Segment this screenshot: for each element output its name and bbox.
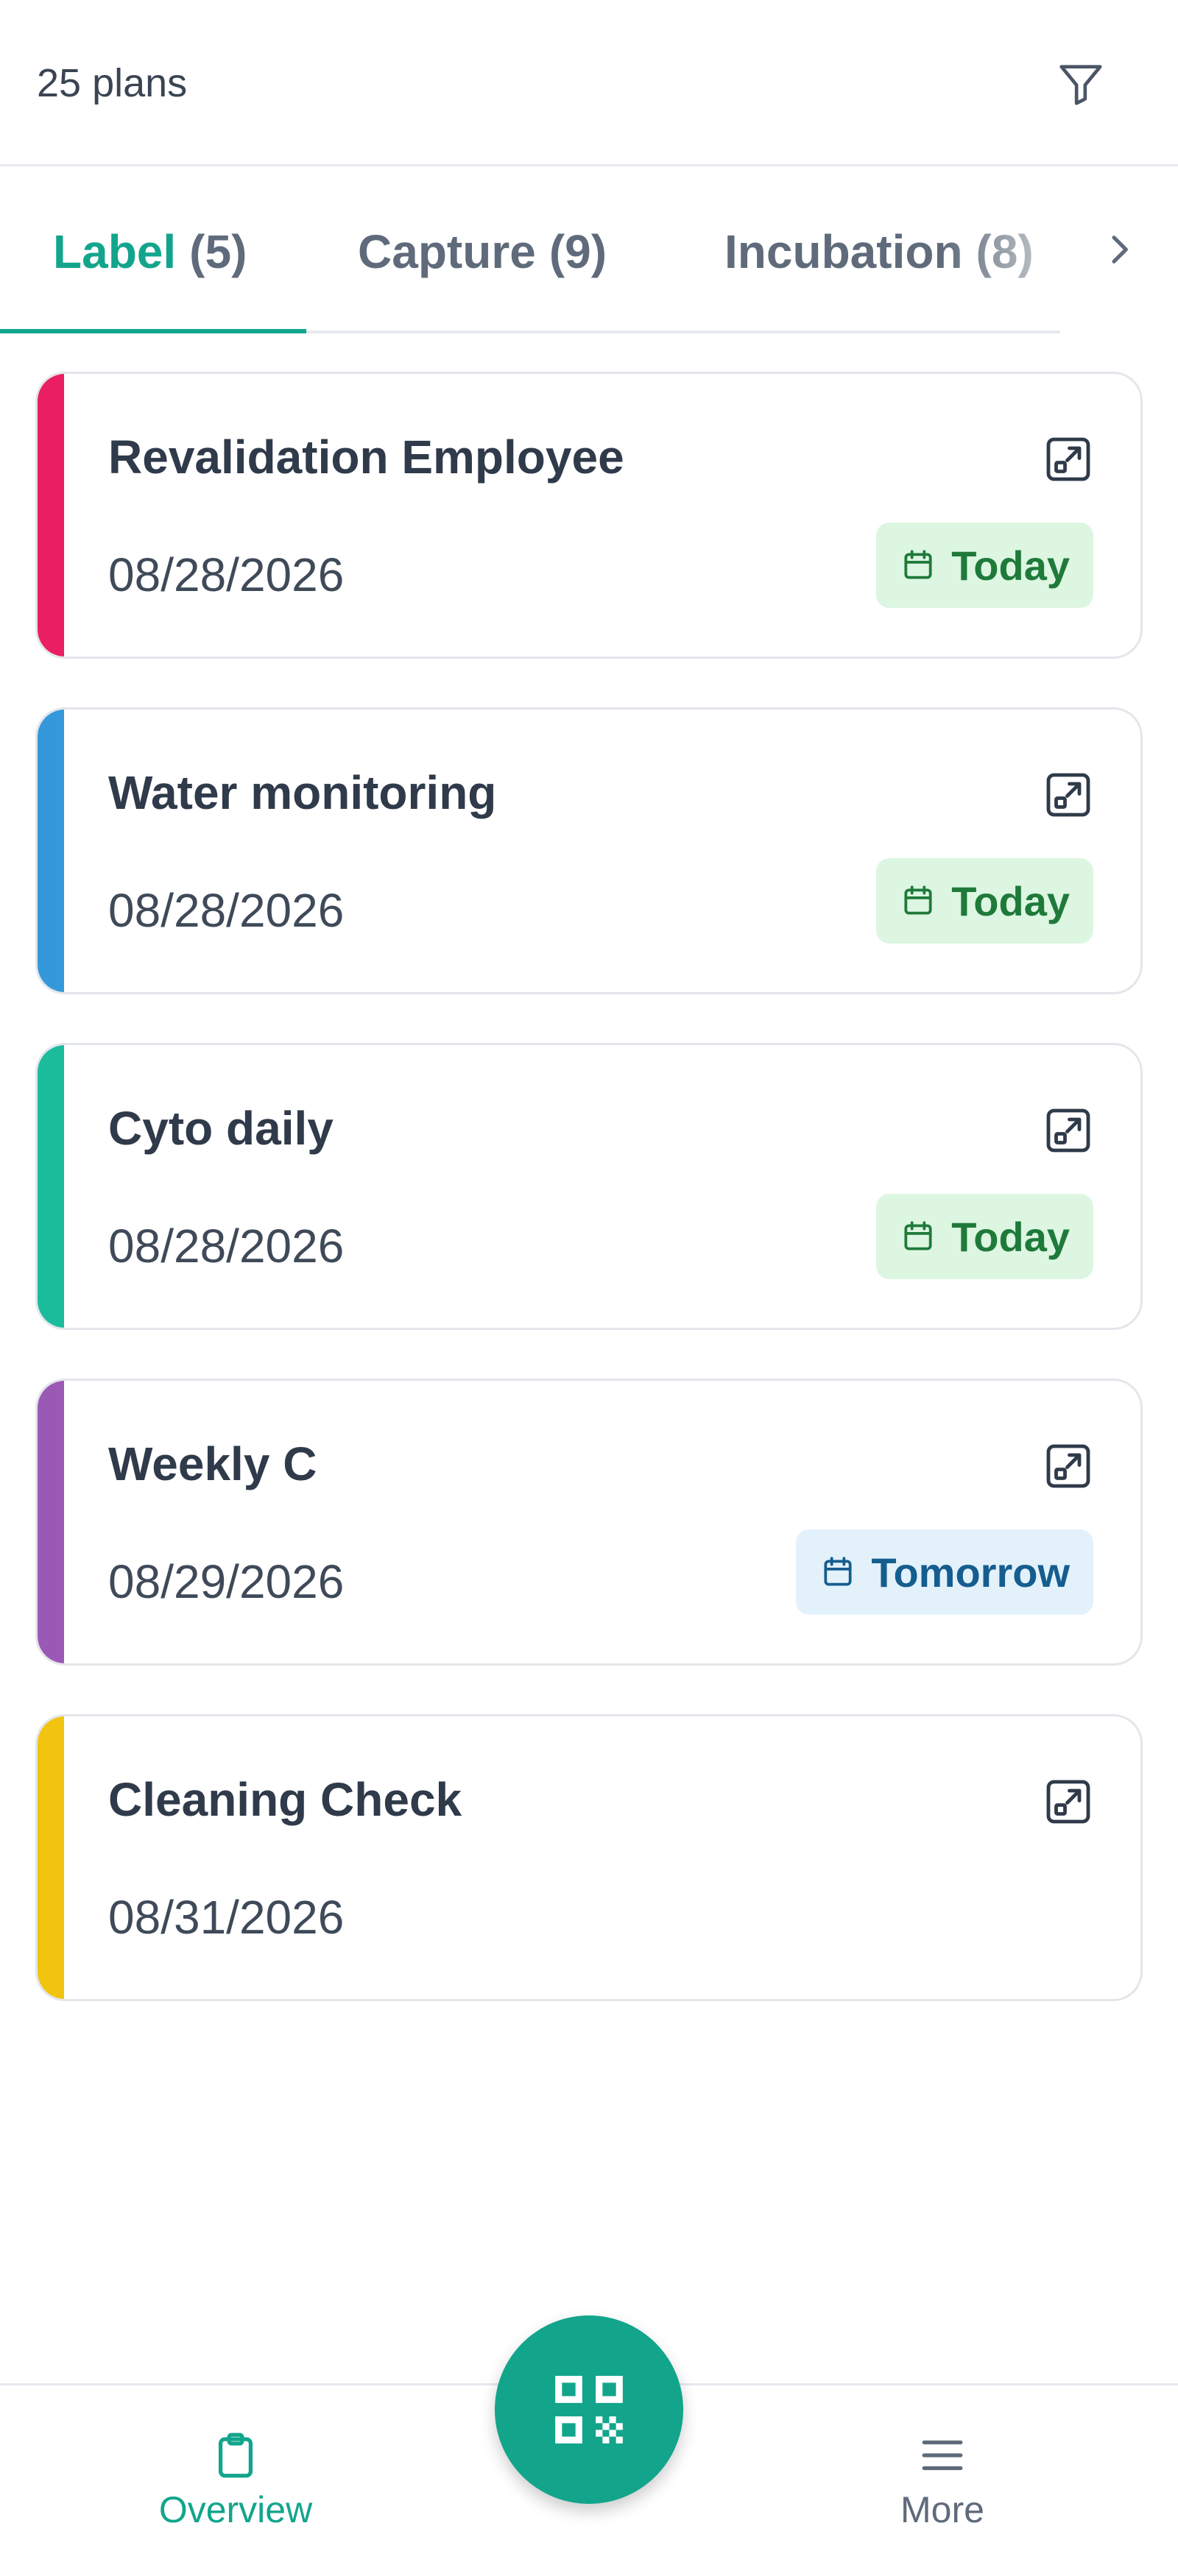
tab-label-text: Label <box>53 225 177 278</box>
tab-capture-count: (9) <box>549 225 607 278</box>
open-plan-button[interactable] <box>1039 1437 1098 1496</box>
tab-capture[interactable]: Capture (9) <box>358 169 607 335</box>
calendar-icon <box>904 885 932 915</box>
tab-label[interactable]: Label (5) <box>53 169 247 335</box>
due-badge: Today <box>876 1194 1093 1279</box>
plan-color-stripe <box>38 374 64 657</box>
chevron-right-icon <box>1112 236 1128 263</box>
open-external-icon <box>1046 437 1090 481</box>
header: 25 plans <box>0 0 1178 166</box>
tab-incubation[interactable]: Incubation (8) <box>724 169 1034 335</box>
filter-icon <box>1059 65 1102 105</box>
tab-capture-text: Capture <box>358 225 536 278</box>
due-badge-text: Today <box>951 877 1070 924</box>
scan-qr-button[interactable] <box>495 2315 683 2504</box>
nav-more-label: More <box>900 2489 984 2530</box>
plan-date: 08/29/2026 <box>108 1555 345 1608</box>
plan-title: Weekly C <box>108 1437 317 1490</box>
filter-button[interactable] <box>1045 49 1116 119</box>
plan-title: Cyto daily <box>108 1102 334 1155</box>
plan-card[interactable]: Weekly C 08/29/2026 Tomorrow <box>35 1379 1143 1666</box>
tabs-scroll-right-button[interactable] <box>1082 213 1156 286</box>
app-root: 25 plans Label (5) Capture (9) Incubatio… <box>0 0 1178 2576</box>
open-plan-button[interactable] <box>1039 430 1098 489</box>
due-badge-text: Tomorrow <box>871 1549 1070 1596</box>
calendar-icon <box>904 1221 932 1250</box>
due-badge: Today <box>876 523 1093 608</box>
plan-title: Revalidation Employee <box>108 431 624 484</box>
calendar-icon <box>824 1557 852 1586</box>
tab-active-indicator <box>0 329 306 333</box>
due-badge: Tomorrow <box>796 1529 1093 1615</box>
due-badge-text: Today <box>951 542 1070 589</box>
plan-title: Cleaning Check <box>108 1773 462 1826</box>
plan-color-stripe <box>38 710 64 992</box>
open-plan-button[interactable] <box>1039 1772 1098 1831</box>
menu-icon <box>922 2440 963 2471</box>
tab-bar: Label (5) Capture (9) Incubation (8) <box>0 169 1178 335</box>
tab-incubation-count: (8) <box>976 225 1034 278</box>
due-badge: Today <box>876 858 1093 944</box>
plan-title: Water monitoring <box>108 766 497 819</box>
nav-more[interactable]: More <box>817 2430 1068 2555</box>
plan-color-stripe <box>38 1381 64 1663</box>
plan-date: 08/31/2026 <box>108 1891 345 1944</box>
clipboard-icon <box>218 2432 253 2478</box>
plan-date: 08/28/2026 <box>108 1220 345 1273</box>
open-external-icon <box>1046 1780 1090 1824</box>
plan-card[interactable]: Cleaning Check 08/31/2026 <box>35 1714 1143 2001</box>
plan-date: 08/28/2026 <box>108 884 345 937</box>
plan-color-stripe <box>38 1716 64 1999</box>
qr-code-icon <box>555 2376 623 2444</box>
open-plan-button[interactable] <box>1039 765 1098 824</box>
nav-overview[interactable]: Overview <box>110 2430 361 2555</box>
plan-card[interactable]: Water monitoring 08/28/2026 Today <box>35 707 1143 994</box>
open-external-icon <box>1046 773 1090 817</box>
nav-overview-label: Overview <box>158 2489 313 2530</box>
open-external-icon <box>1046 1444 1090 1488</box>
tab-incubation-text: Incubation <box>724 225 963 278</box>
plan-count: 25 plans <box>37 61 188 105</box>
plan-card[interactable]: Revalidation Employee 08/28/2026 Today <box>35 372 1143 659</box>
tab-label-count: (5) <box>189 225 247 278</box>
plan-color-stripe <box>38 1045 64 1328</box>
open-external-icon <box>1046 1108 1090 1153</box>
plan-date: 08/28/2026 <box>108 548 345 601</box>
plan-card[interactable]: Cyto daily 08/28/2026 Today <box>35 1043 1143 1330</box>
due-badge-text: Today <box>951 1213 1070 1260</box>
open-plan-button[interactable] <box>1039 1101 1098 1160</box>
calendar-icon <box>904 550 932 579</box>
